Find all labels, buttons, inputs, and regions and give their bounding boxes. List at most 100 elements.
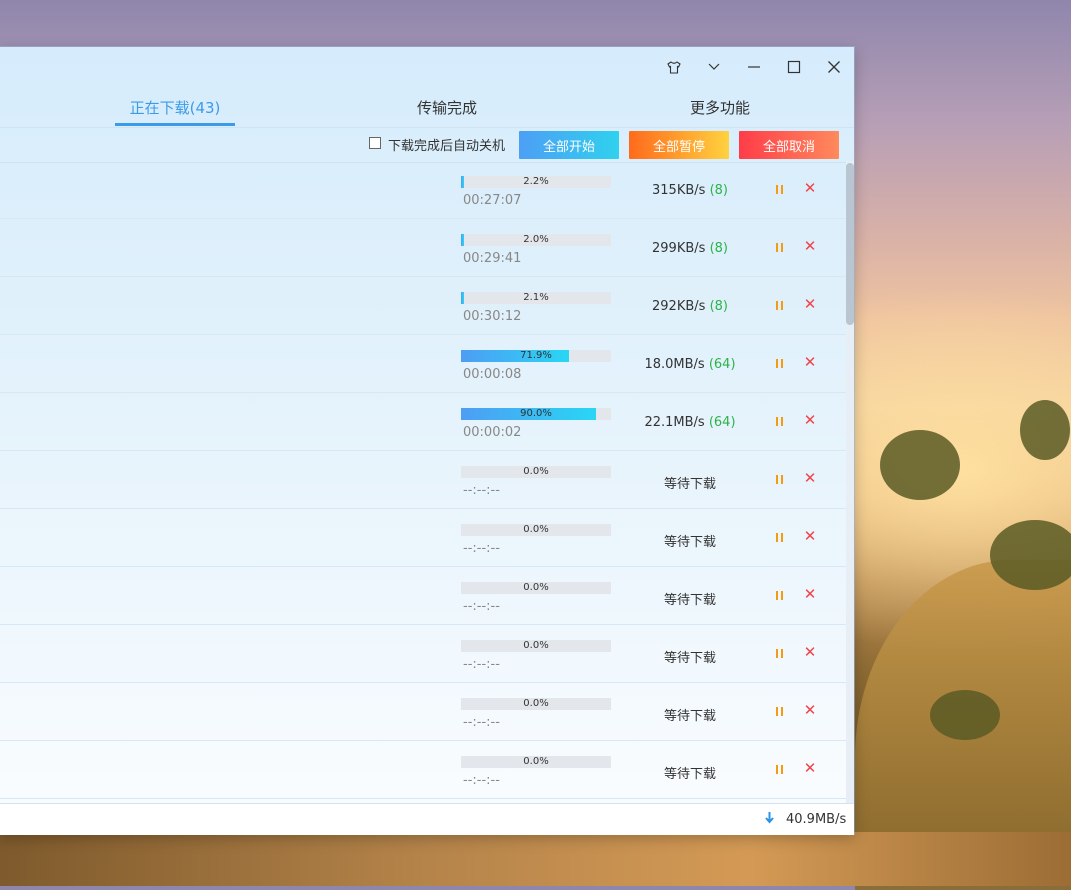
pause-icon[interactable] (773, 297, 785, 313)
pause-icon[interactable] (773, 587, 785, 603)
download-row[interactable]: 2.2% 00:27:07 315KB/s (8) ✕ (0, 161, 846, 219)
speed-value: 18.0MB/s (644, 357, 705, 372)
connection-count: (64) (708, 415, 736, 430)
pause-icon[interactable] (773, 761, 785, 777)
cancel-icon[interactable]: ✕ (802, 643, 818, 661)
speed-value: 等待下载 (663, 767, 716, 782)
pause-all-button[interactable]: 全部暂停 (629, 131, 729, 159)
pause-icon[interactable] (773, 529, 785, 545)
download-speed: 22.1MB/s (64) (630, 415, 750, 430)
total-speed: 40.9MB/s (786, 812, 847, 827)
pause-icon[interactable] (773, 239, 785, 255)
speed-value: 等待下载 (663, 535, 716, 550)
download-row[interactable]: 0.0% --:--:-- 等待下载 ✕ (0, 741, 846, 799)
remaining-time: --:--:-- (463, 599, 500, 614)
cancel-icon[interactable]: ✕ (802, 759, 818, 777)
remaining-time: --:--:-- (463, 715, 500, 730)
speed-value: 315KB/s (652, 183, 706, 198)
connection-count: (8) (709, 299, 728, 314)
download-speed: 等待下载 (630, 705, 750, 724)
progress-bar: 2.1% (461, 292, 611, 304)
speed-value: 22.1MB/s (644, 415, 705, 430)
pause-icon[interactable] (773, 413, 785, 429)
progress-percent: 0.0% (523, 582, 549, 593)
download-row[interactable]: 0.0% --:--:-- 等待下载 ✕ (0, 451, 846, 509)
download-list: 2.2% 00:27:07 315KB/s (8) ✕ 2.0% 00:29:41 299K… (0, 161, 846, 803)
title-bar (0, 47, 854, 87)
status-bar: 40.9MB/s (0, 803, 854, 835)
download-row[interactable]: 71.9% 00:00:08 18.0MB/s (64) ✕ (0, 335, 846, 393)
progress-bar: 0.0% (461, 582, 611, 594)
cancel-icon[interactable]: ✕ (802, 295, 818, 313)
progress-bar: 2.0% (461, 234, 611, 246)
wallpaper-hill (855, 560, 1071, 890)
progress-percent: 0.0% (523, 640, 549, 651)
download-row[interactable]: 2.1% 00:30:12 292KB/s (8) ✕ (0, 277, 846, 335)
connection-count: (8) (709, 241, 728, 256)
cancel-icon[interactable]: ✕ (802, 353, 818, 371)
remaining-time: 00:29:41 (463, 251, 522, 266)
auto-shutdown-checkbox[interactable] (369, 137, 381, 149)
pause-icon[interactable] (773, 703, 785, 719)
cancel-all-button[interactable]: 全部取消 (739, 131, 839, 159)
wallpaper-tree (930, 690, 1000, 740)
progress-bar: 90.0% (461, 408, 611, 420)
progress-percent: 71.9% (520, 350, 552, 361)
scrollbar[interactable] (846, 161, 854, 803)
progress-bar: 0.0% (461, 640, 611, 652)
cancel-icon[interactable]: ✕ (802, 701, 818, 719)
auto-shutdown-label[interactable]: 下载完成后自动关机 (388, 135, 505, 154)
toolbar: 下载完成后自动关机 全部开始 全部暂停 全部取消 (0, 127, 854, 163)
download-row[interactable]: 0.0% --:--:-- 等待下载 ✕ (0, 683, 846, 741)
speed-value: 等待下载 (663, 709, 716, 724)
speed-value: 等待下载 (663, 593, 716, 608)
pause-icon[interactable] (773, 355, 785, 371)
download-speed: 等待下载 (630, 647, 750, 666)
pause-icon[interactable] (773, 181, 785, 197)
download-row[interactable]: 0.0% --:--:-- 等待下载 ✕ (0, 509, 846, 567)
pause-icon[interactable] (773, 645, 785, 661)
speed-value: 299KB/s (652, 241, 706, 256)
download-row[interactable]: 0.0% --:--:-- 等待下载 ✕ (0, 625, 846, 683)
remaining-time: --:--:-- (463, 483, 500, 498)
connection-count: (8) (709, 183, 728, 198)
progress-percent: 0.0% (523, 524, 549, 535)
progress-percent: 90.0% (520, 408, 552, 419)
tab-more-features[interactable]: 更多功能 (660, 97, 780, 118)
close-icon[interactable] (820, 55, 848, 79)
scrollbar-thumb[interactable] (846, 163, 854, 325)
tab-completed[interactable]: 传输完成 (387, 97, 507, 118)
download-row[interactable]: 90.0% 00:00:02 22.1MB/s (64) ✕ (0, 393, 846, 451)
tab-bar: 正在下载(43) 传输完成 更多功能 (0, 87, 854, 127)
progress-bar: 0.0% (461, 524, 611, 536)
download-row[interactable]: 2.0% 00:29:41 299KB/s (8) ✕ (0, 219, 846, 277)
progress-percent: 2.2% (523, 176, 549, 187)
tab-downloading[interactable]: 正在下载(43) (115, 97, 235, 118)
shirt-icon[interactable] (660, 55, 688, 79)
progress-bar: 2.2% (461, 176, 611, 188)
cancel-icon[interactable]: ✕ (802, 469, 818, 487)
pause-icon[interactable] (773, 471, 785, 487)
download-speed: 18.0MB/s (64) (630, 357, 750, 372)
cancel-icon[interactable]: ✕ (802, 179, 818, 197)
progress-bar: 71.9% (461, 350, 611, 362)
wallpaper-tree (1020, 400, 1070, 460)
remaining-time: 00:00:08 (463, 367, 522, 382)
start-all-button[interactable]: 全部开始 (519, 131, 619, 159)
wallpaper-tree (990, 520, 1071, 590)
progress-percent: 0.0% (523, 698, 549, 709)
cancel-icon[interactable]: ✕ (802, 585, 818, 603)
cancel-icon[interactable]: ✕ (802, 527, 818, 545)
remaining-time: --:--:-- (463, 657, 500, 672)
download-speed: 315KB/s (8) (630, 183, 750, 198)
download-speed: 等待下载 (630, 531, 750, 550)
download-row[interactable]: 0.0% --:--:-- 等待下载 ✕ (0, 567, 846, 625)
cancel-icon[interactable]: ✕ (802, 237, 818, 255)
maximize-icon[interactable] (780, 55, 808, 79)
minimize-icon[interactable] (740, 55, 768, 79)
connection-count: (64) (708, 357, 736, 372)
wallpaper-tree (880, 430, 960, 500)
remaining-time: --:--:-- (463, 541, 500, 556)
cancel-icon[interactable]: ✕ (802, 411, 818, 429)
chevron-down-icon[interactable] (700, 55, 728, 79)
